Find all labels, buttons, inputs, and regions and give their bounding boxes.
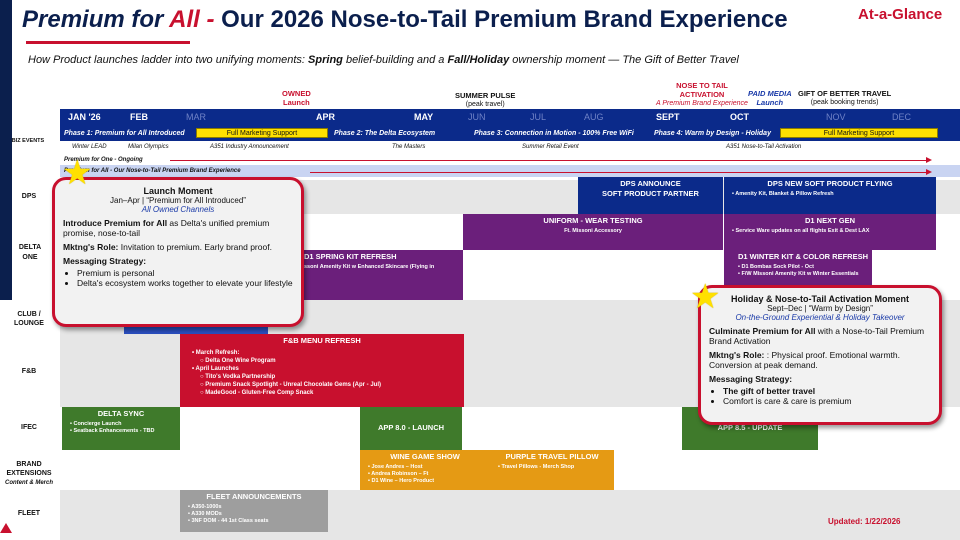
- month-feb: FEB: [130, 112, 148, 122]
- month-apr: APR: [316, 112, 336, 122]
- holiday-moment-channel: On-the-Ground Experiential & Holiday Tak…: [735, 313, 905, 322]
- holiday-moment-dates: Sept–Dec | “Warm by Design”: [767, 304, 873, 313]
- holiday-moment-title: Holiday & Nose-to-Tail Activation Moment: [730, 294, 909, 304]
- ongoing-arrow-2: [310, 169, 932, 175]
- app-8-block: APP 8.0 - LAUNCH: [360, 407, 462, 450]
- fb-menu-refresh-block: F&B MENU REFRESH • March Refresh: ○ Delt…: [180, 334, 464, 407]
- month-may: MAY: [414, 112, 434, 122]
- wine-game-show-block: WINE GAME SHOWJose Andres – HostAndrea R…: [360, 450, 490, 490]
- phase-2: Phase 2: The Delta Ecosystem: [334, 130, 436, 137]
- owned-launch-marker: OWNED Launch: [282, 89, 311, 107]
- fleet-block: FLEET ANNOUNCEMENTSA350-1000sA330 MODs3N…: [180, 490, 328, 532]
- row-label-brand: BRAND EXTENSIONS Content & Merch: [5, 461, 53, 486]
- month-dec: DEC: [892, 112, 912, 122]
- month-sept: SEPT: [656, 112, 680, 122]
- launch-moment-callout: Launch Moment Jan–Apr | “Premium for All…: [52, 177, 304, 327]
- row-label-dps: DPS: [21, 193, 37, 200]
- event-a351-industry: A351 Industry Announcement: [210, 144, 289, 150]
- launch-moment-p2: Mktng's Role: Invitation to premium. Ear…: [63, 242, 272, 252]
- row-label-fleet: FLEET: [17, 510, 41, 517]
- updated-date: Updated: 1/22/2026: [828, 517, 901, 526]
- star-icon: ★: [62, 154, 93, 192]
- row-label-club: CLUB / LOUNGE: [14, 311, 44, 327]
- event-milan-olympics: Milan Olympics: [128, 144, 169, 150]
- phase-4: Phase 4: Warm by Design - Holiday: [654, 130, 771, 137]
- gift-marker: GIFT OF BETTER TRAVEL (peak booking trend…: [798, 89, 892, 107]
- delta-sync-block: DELTA SYNCConcierge LaunchSeatback Enhan…: [62, 407, 180, 450]
- dps-new-product-block: DPS NEW SOFT PRODUCT FLYINGAmenity Kit, …: [724, 177, 936, 214]
- holiday-moment-list: The gift of better travelComfort is care…: [709, 386, 931, 406]
- holiday-moment-p3: Messaging Strategy:: [709, 374, 793, 384]
- launch-moment-p1: Introduce Premium for All as Delta's uni…: [63, 218, 270, 238]
- phase-1-support-tag: Full Marketing Support: [196, 128, 328, 138]
- month-aug: AUG: [584, 112, 604, 122]
- phase-1: Phase 1: Premium for All Introduced: [64, 130, 185, 137]
- winter-kit-block: D1 WINTER KIT & COLOR REFRESHD1 Bombas S…: [724, 250, 872, 290]
- dps-announce-block: DPS ANNOUNCE SOFT PRODUCT PARTNER: [578, 177, 723, 214]
- month-jun: JUN: [468, 112, 486, 122]
- launch-moment-channel: All Owned Channels: [141, 205, 215, 214]
- summer-pulse-marker: SUMMER PULSE (peak travel): [455, 91, 516, 109]
- subtitle: How Product launches ladder into two uni…: [28, 54, 739, 66]
- month-jan: JAN '26: [68, 112, 101, 122]
- row-label-biz-events: BIZ EVENTS: [11, 138, 45, 144]
- holiday-moment-p2: Mktng's Role: : Physical proof. Emotiona…: [709, 350, 900, 370]
- title-underline: [26, 41, 190, 44]
- holiday-moment-callout: Holiday & Nose-to-Tail Activation Moment…: [698, 285, 942, 425]
- event-a351-n2t: A351 Nose-to-Tail Activation: [726, 144, 802, 150]
- month-nov: NOV: [826, 112, 846, 122]
- ongoing-arrow-1: [170, 157, 932, 163]
- event-masters: The Masters: [392, 144, 426, 150]
- nose-to-tail-marker: NOSE TO TAIL ACTIVATION A Premium Brand Ex…: [656, 81, 748, 108]
- launch-moment-list: Premium is personalDelta's ecosystem wor…: [63, 268, 293, 288]
- launch-moment-title: Launch Moment: [143, 186, 213, 196]
- month-oct: OCT: [730, 112, 749, 122]
- event-winter-lead: Winter LEAD: [72, 144, 107, 150]
- row-label-delta-one: DELTA ONE: [18, 244, 42, 261]
- purple-pillow-block: PURPLE TRAVEL PILLOWTravel Pillows - Mer…: [490, 450, 614, 490]
- paid-media-marker: PAID MEDIA Launch: [748, 89, 792, 107]
- row-label-fb: F&B: [21, 368, 37, 375]
- phase-3: Phase 3: Connection in Motion - 100% Fre…: [474, 130, 634, 137]
- launch-moment-p3: Messaging Strategy:: [63, 256, 147, 266]
- row-label-ifec: IFEC: [21, 424, 37, 431]
- delta-logo-icon: [0, 523, 12, 533]
- star-icon: ★: [690, 278, 721, 316]
- event-summer-retail: Summer Retail Event: [522, 144, 579, 150]
- month-jul: JUL: [530, 112, 547, 122]
- phase-4-support-tag: Full Marketing Support: [780, 128, 938, 138]
- page-title: Premium for All - Our 2026 Nose-to-Tail …: [22, 6, 788, 33]
- uniform-block: UNIFORM - WEAR TESTING Ft. Missoni Access…: [463, 214, 723, 250]
- d1-next-gen-block: D1 NEXT GENService Ware updates on all f…: [724, 214, 936, 250]
- month-mar: MAR: [186, 112, 206, 122]
- at-a-glance-label: At-a-Glance: [858, 6, 943, 23]
- launch-moment-dates: Jan–Apr | “Premium for All Introduced”: [110, 196, 246, 205]
- holiday-moment-p1: Culminate Premium for All with a Nose-to…: [709, 326, 925, 346]
